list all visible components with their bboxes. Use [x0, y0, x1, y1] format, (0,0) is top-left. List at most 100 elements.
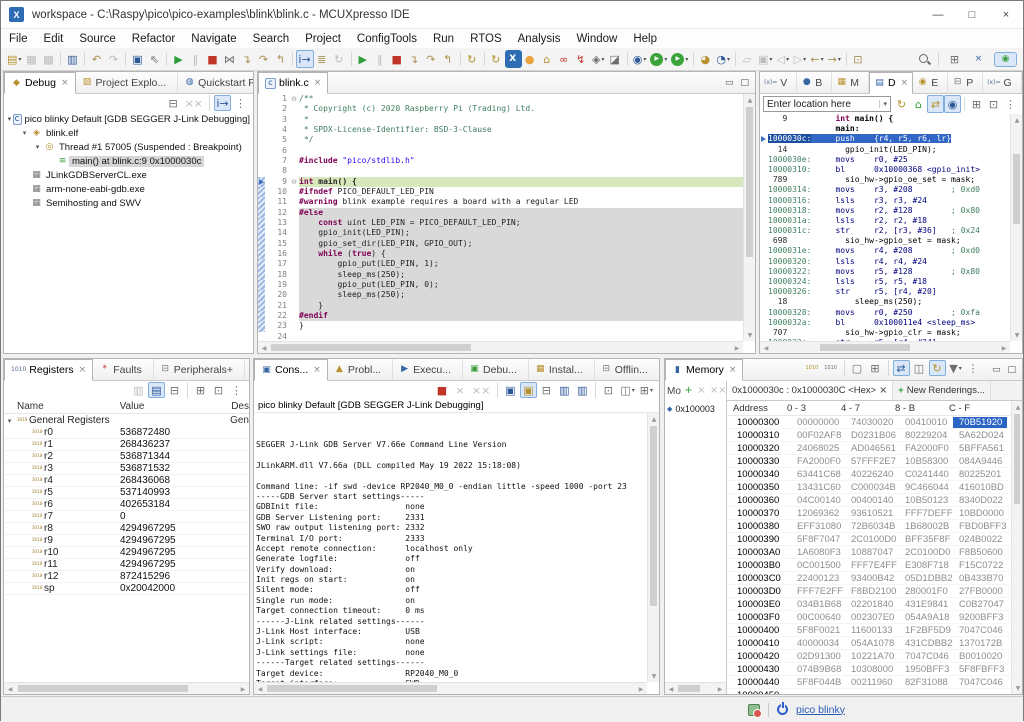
profile-button[interactable]: ◔ ▾ — [714, 50, 732, 68]
code-line[interactable]: 23 } — [258, 321, 743, 331]
code-line[interactable]: 5 */ — [258, 135, 743, 145]
memory-cell[interactable]: 7047C046 — [953, 677, 1007, 688]
disassembly-line[interactable]: 1000030c: push {r4, r5, r6, lr} — [760, 134, 1010, 144]
mark-occurrences-button[interactable]: ▣ ▾ — [756, 50, 774, 68]
export-button[interactable]: ⊞ — [867, 360, 884, 376]
show-stderr-button[interactable]: ▥ — [574, 382, 591, 398]
code-line[interactable]: 15 gpio_set_dir(LED_PIN, GPIO_OUT); — [258, 239, 743, 249]
fold-icon[interactable] — [289, 290, 299, 300]
tab-quickstart-panel[interactable]: ◍ Quickstart Pa... — [178, 72, 254, 93]
fold-icon[interactable] — [289, 135, 299, 145]
menu-item[interactable]: Window — [568, 33, 625, 45]
remove-launch-button[interactable]: × — [452, 382, 469, 398]
memory-row[interactable]: 10000360 04C001400040014010B501238340D02… — [727, 494, 1011, 507]
memory-cell[interactable]: 22400123 — [791, 573, 845, 584]
pin-view-button[interactable]: ⊡ — [985, 95, 1002, 113]
memory-cell[interactable]: 0C001500 — [791, 560, 845, 571]
code-line[interactable]: 14 gpio_init(LED_PIN); — [258, 228, 743, 238]
memory-row[interactable]: 100003E0 034B1B6802201840431E9841C0B2704… — [727, 598, 1011, 611]
disassembly-line[interactable]: 1000031c: str r2, [r3, #36] ; 0x24 — [760, 226, 1010, 236]
memory-row[interactable]: 10000300 00000000740300200041001070B5192… — [727, 416, 1011, 429]
fold-icon[interactable] — [289, 301, 299, 311]
memory-vertical-scrollbar[interactable]: ▲ ▼ — [1011, 401, 1022, 694]
toolbar-separator[interactable] — [60, 52, 61, 66]
endianness-button[interactable]: 1010 — [804, 360, 822, 376]
code-line[interactable]: 20 sleep_ms(250); — [258, 290, 743, 300]
remove-all-terminated-button[interactable]: ×× — [183, 95, 205, 111]
memory-cell[interactable]: 10887047 — [845, 547, 899, 558]
active-launch-link[interactable]: pico blinky — [796, 704, 845, 716]
editor-vertical-scrollbar[interactable]: ▲ ▼ — [743, 94, 755, 341]
tab-peripherals-plus[interactable]: ⊟ Peripherals+ — [154, 359, 245, 380]
memory-cell[interactable]: F8B50600 — [953, 547, 1007, 558]
memory-cell[interactable]: B0010020 — [953, 651, 1007, 662]
step-over-button[interactable]: ↷ — [255, 50, 272, 68]
memory-cell[interactable]: 074B9B68 — [791, 664, 845, 675]
menu-item[interactable]: Source — [71, 33, 123, 45]
memory-cell[interactable]: F15C0722 — [953, 560, 1007, 571]
debug-tree-row[interactable]: ▾ ◈ blink.elf — [4, 126, 253, 140]
code-line[interactable]: 21 } — [258, 301, 743, 311]
memory-row[interactable]: 10000390 5F8F70472C0100D0BFF35F8F024B002… — [727, 533, 1011, 546]
memory-cell[interactable]: D0231B06 — [845, 430, 899, 441]
tab-disassembly[interactable]: ▤ D × — [869, 72, 913, 94]
open-new-view-button[interactable]: ⊞ — [968, 95, 985, 113]
disassembly-line[interactable]: 9 int main() { — [760, 114, 1010, 124]
new-tab-button[interactable]: ▢ — [849, 360, 866, 376]
memory-cell[interactable]: 5A62D024 — [953, 430, 1007, 441]
add-monitor-button[interactable]: + — [682, 384, 695, 399]
suspend-button[interactable]: ‖ — [187, 50, 204, 68]
memory-cell[interactable]: 27FB0000 — [953, 586, 1007, 597]
memory-cell[interactable]: 10221A70 — [845, 651, 899, 662]
memory-row[interactable]: 10000330 FA2000F057FFF2E710B58300084A944… — [727, 455, 1011, 468]
memory-row[interactable]: 10000310 00F02AF8D0231B06802292045A62D02… — [727, 429, 1011, 442]
pin-button[interactable]: ⊡ — [210, 382, 227, 398]
build-button[interactable]: ▥ — [64, 50, 81, 68]
fold-icon[interactable] — [289, 280, 299, 290]
register-row[interactable]: 1010r7 0 — [4, 511, 249, 523]
memory-cell[interactable]: 40226240 — [845, 469, 899, 480]
memory-cell[interactable]: 80225201 — [953, 469, 1007, 480]
tab-debug[interactable]: ◆ Debug × — [4, 72, 76, 94]
tab-expressions[interactable]: ◉ E — [913, 72, 948, 93]
memory-cell[interactable]: 054A1078 — [845, 638, 899, 649]
tab-executables[interactable]: ▶ Execu... — [393, 359, 463, 380]
tab-debugger-console[interactable]: ▣ Debu... — [463, 359, 529, 380]
toolbar-separator[interactable] — [846, 52, 847, 66]
close-tab-icon[interactable]: × — [61, 78, 69, 88]
maximize-window-button[interactable]: □ — [955, 1, 989, 28]
debug-tree-row[interactable]: ≡ main() at blink.c:9 0x1000030c — [4, 154, 253, 168]
fold-icon[interactable] — [289, 208, 299, 218]
memory-cell[interactable]: 431CDBB2 — [899, 638, 953, 649]
editor-horizontal-scrollbar[interactable]: ◀ ▶ — [258, 341, 743, 353]
memory-cell[interactable]: FA2000F0 — [791, 456, 845, 467]
track-pc-button[interactable]: ◉ — [944, 95, 961, 113]
menu-item[interactable]: Project — [297, 33, 349, 45]
minimize-view-button[interactable]: ▭ — [725, 78, 734, 88]
reset-button[interactable]: ↻ — [464, 50, 481, 68]
fold-icon[interactable] — [289, 125, 299, 135]
coverage-button[interactable]: ◕ — [697, 50, 714, 68]
fold-icon[interactable] — [289, 228, 299, 238]
disassembly-line[interactable]: 10000310: bl 0x10000368 <gpio_init> — [760, 165, 1010, 175]
view-menu-button[interactable]: ⋮ — [965, 360, 982, 376]
tab-problems[interactable]: ▲ Probl... — [328, 359, 393, 380]
maximize-view-button[interactable]: □ — [740, 78, 749, 88]
flash-tool-button[interactable]: ↯ — [573, 50, 590, 68]
disconnect-button[interactable]: ⋈ — [221, 50, 238, 68]
fold-icon[interactable] — [289, 332, 299, 341]
close-tab-icon[interactable]: × — [79, 365, 87, 375]
register-row[interactable]: 1010r6 402653184 — [4, 499, 249, 511]
memory-cell[interactable]: 054A9A18 — [899, 612, 953, 623]
memory-cell[interactable]: 00211960 — [845, 677, 899, 688]
mcuxpresso-ide-button[interactable]: X — [505, 50, 522, 68]
resume-button[interactable]: ▶ — [170, 50, 187, 68]
toolbar-separator[interactable] — [187, 382, 188, 398]
hex-rendering-tab[interactable]: 0x1000030c : 0x1000030C <Hex> × — [727, 381, 893, 400]
memory-cell[interactable]: E308F718 — [899, 560, 953, 571]
memory-cell[interactable]: FFF7E4FF — [845, 560, 899, 571]
remove-all-launches-button[interactable]: ×× — [470, 382, 493, 398]
register-row[interactable]: 1010r0 536872480 — [4, 427, 249, 439]
memory-row[interactable]: 10000420 02D9130010221A707047C046B001002… — [727, 650, 1011, 663]
memory-cell[interactable]: 13431C60 — [791, 482, 845, 493]
